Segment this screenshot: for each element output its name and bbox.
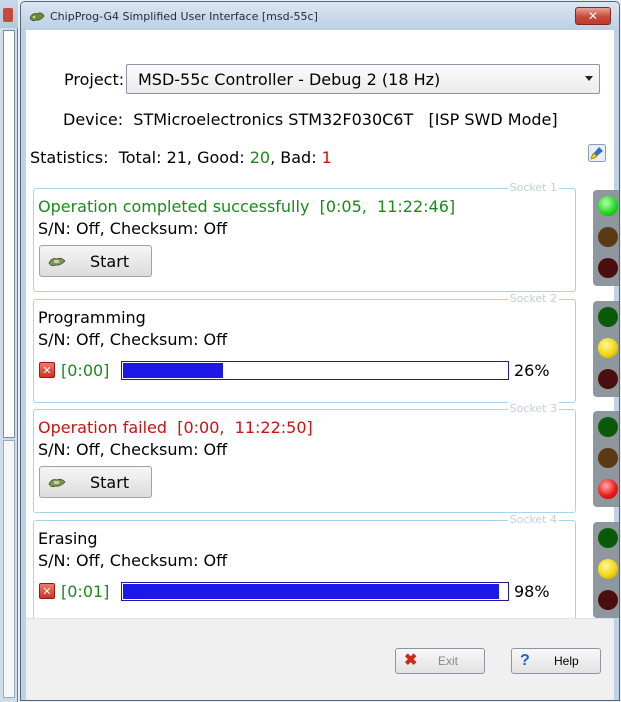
status-lamp-green	[598, 307, 618, 327]
project-value: MSD-55c Controller - Debug 2 (18 Hz)	[138, 70, 441, 89]
background-window-panel	[3, 30, 15, 438]
background-window-close-button[interactable]	[3, 8, 13, 22]
status-lamp-red	[598, 258, 618, 278]
total-count: 21	[166, 148, 187, 167]
progress-percent: 98%	[514, 582, 550, 601]
progress-fill	[123, 363, 223, 378]
socket-title: Socket 1	[507, 181, 559, 194]
project-row: Project: MSD-55c Controller - Debug 2 (1…	[26, 64, 614, 94]
traffic-light-1	[593, 190, 619, 286]
elapsed-time: [0:01]	[61, 582, 110, 601]
bad-count: 1	[321, 148, 332, 167]
close-icon: ✕	[587, 9, 599, 23]
chevron-down-icon	[585, 76, 593, 81]
cancel-icon[interactable]: ✕	[39, 583, 55, 599]
app-icon	[29, 12, 45, 22]
window-title: ChipProg-G4 Simplified User Interface [m…	[50, 9, 318, 23]
exit-button-label: Exit	[438, 654, 459, 668]
question-icon: ?	[520, 652, 530, 669]
progress-bar	[121, 361, 509, 380]
brush-icon[interactable]	[588, 144, 606, 162]
statistics: Statistics: Total: 21, Good: 20, Bad: 1	[30, 148, 332, 167]
progress-percent: 26%	[514, 361, 550, 380]
socket-status: Erasing	[38, 529, 98, 548]
client-area: Project: MSD-55c Controller - Debug 2 (1…	[26, 30, 619, 700]
progress-bar	[121, 582, 509, 601]
socket-status: Operation completed successfully [0:05, …	[38, 197, 456, 216]
good-count: 20	[249, 148, 271, 167]
main-window: ChipProg-G4 Simplified User Interface [m…	[20, 1, 620, 701]
good-label: Good:	[197, 148, 245, 167]
socket-status: Programming	[38, 308, 146, 327]
traffic-light-3	[593, 411, 619, 507]
project-dropdown[interactable]: MSD-55c Controller - Debug 2 (18 Hz)	[126, 64, 600, 94]
cancel-icon[interactable]: ✕	[39, 362, 55, 378]
status-lamp-green	[598, 196, 618, 216]
statistics-label: Statistics:	[30, 148, 109, 167]
socket-panel-1: Socket 1 Operation completed successfull…	[33, 181, 576, 292]
title-bar: ChipProg-G4 Simplified User Interface [m…	[21, 2, 619, 30]
socket-serial-info: S/N: Off, Checksum: Off	[38, 219, 228, 238]
status-lamp-green	[598, 528, 618, 548]
socket-title: Socket 2	[507, 292, 559, 305]
device-info: Device: STMicroelectronics STM32F030C6T …	[63, 110, 558, 129]
start-button[interactable]: Start	[39, 466, 152, 498]
status-lamp-yellow	[598, 227, 618, 247]
status-lamp-yellow	[598, 448, 618, 468]
chip-icon	[48, 478, 66, 488]
socket-panel-2: Socket 2 Programming S/N: Off, Checksum:…	[33, 292, 576, 403]
device-name: STMicroelectronics STM32F030C6T	[133, 110, 414, 129]
traffic-light-2	[593, 301, 619, 397]
window-close-button[interactable]: ✕	[575, 7, 611, 25]
help-button[interactable]: ? Help	[511, 648, 601, 674]
status-lamp-green	[598, 417, 618, 437]
exit-button[interactable]: ✖ Exit	[395, 648, 485, 674]
start-button[interactable]: Start	[39, 245, 152, 277]
status-lamp-yellow	[598, 338, 618, 358]
x-icon: ✖	[404, 652, 418, 669]
chip-icon	[48, 257, 66, 267]
total-label: Total:	[118, 148, 162, 167]
status-lamp-red	[598, 479, 618, 499]
traffic-light-4	[593, 522, 619, 618]
start-button-label: Start	[90, 251, 130, 271]
background-window	[0, 0, 18, 702]
bad-label: Bad:	[280, 148, 317, 167]
elapsed-time: [0:00]	[61, 361, 110, 380]
socket-serial-info: S/N: Off, Checksum: Off	[38, 330, 228, 349]
device-label: Device:	[63, 110, 124, 129]
socket-title: Socket 3	[507, 402, 559, 415]
background-window-lower-panel	[3, 440, 15, 698]
footer-bar: ✖ Exit ? Help	[26, 618, 614, 700]
project-label: Project:	[64, 70, 125, 89]
socket-title: Socket 4	[507, 513, 559, 526]
device-mode: [ISP SWD Mode]	[428, 110, 558, 129]
help-button-label: Help	[554, 654, 579, 668]
start-button-label: Start	[90, 472, 130, 492]
progress-fill	[123, 584, 499, 599]
socket-serial-info: S/N: Off, Checksum: Off	[38, 551, 228, 570]
status-lamp-red	[598, 369, 618, 389]
socket-status: Operation failed [0:00, 11:22:50]	[38, 418, 313, 437]
status-lamp-red	[598, 590, 618, 610]
socket-serial-info: S/N: Off, Checksum: Off	[38, 440, 228, 459]
socket-panel-4: Socket 4 Erasing S/N: Off, Checksum: Off…	[33, 513, 576, 624]
socket-panel-3: Socket 3 Operation failed [0:00, 11:22:5…	[33, 402, 576, 513]
status-lamp-yellow	[598, 559, 618, 579]
